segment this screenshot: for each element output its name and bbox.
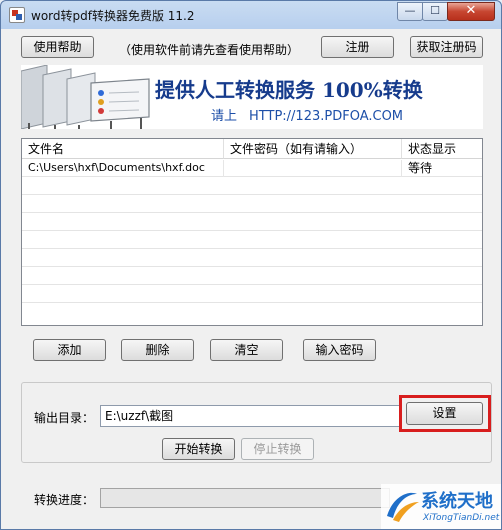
progress-label: 转换进度： bbox=[34, 493, 95, 507]
delete-file-button[interactable]: 删除 bbox=[121, 339, 194, 361]
maximize-button[interactable]: ☐ bbox=[422, 2, 448, 21]
banner-subline: 请上 HTTP://123.PDFOA.COM bbox=[211, 105, 403, 124]
empty-row bbox=[22, 250, 482, 267]
file-list-table[interactable]: 文件名 文件密码（如有请输入） 状态显示 C:\Users\hxf\Docume… bbox=[21, 138, 483, 326]
empty-row bbox=[22, 286, 482, 303]
banner-sub-prefix: 请上 bbox=[211, 109, 238, 124]
empty-row bbox=[22, 196, 482, 213]
register-button[interactable]: 注册 bbox=[321, 36, 394, 58]
app-window: word转pdf转换器免费版 11.2 — ☐ ✕ 使用帮助 （使用软件前请先查… bbox=[0, 0, 502, 530]
column-header-filename[interactable]: 文件名 bbox=[22, 139, 224, 159]
settings-button[interactable]: 设置 bbox=[406, 402, 483, 425]
help-note: （使用软件前请先查看使用帮助） bbox=[119, 43, 300, 57]
column-header-password[interactable]: 文件密码（如有请输入） bbox=[224, 139, 402, 159]
file-name-cell: C:\Users\hxf\Documents\hxf.doc bbox=[22, 160, 224, 177]
close-button[interactable]: ✕ bbox=[447, 2, 495, 21]
minimize-button[interactable]: — bbox=[397, 2, 423, 21]
empty-row bbox=[22, 304, 482, 321]
start-conversion-button[interactable]: 开始转换 bbox=[162, 438, 235, 460]
empty-row bbox=[22, 178, 482, 195]
table-row[interactable]: C:\Users\hxf\Documents\hxf.doc 等待 bbox=[22, 160, 482, 177]
column-header-status[interactable]: 状态显示 bbox=[402, 139, 482, 159]
watermark-title: 系统天地 bbox=[421, 491, 493, 512]
banner-url-link[interactable]: HTTP://123.PDFOA.COM bbox=[249, 109, 403, 124]
office-panels-illustration bbox=[21, 65, 161, 129]
empty-row bbox=[22, 232, 482, 249]
get-registration-code-button[interactable]: 获取注册码 bbox=[410, 36, 483, 58]
site-watermark: 系统天地 XiTongTianDi.net bbox=[381, 484, 501, 529]
output-directory-field[interactable]: E:\uzzf\截图 bbox=[100, 405, 400, 427]
watermark-url: XiTongTianDi.net bbox=[423, 513, 500, 523]
clear-list-button[interactable]: 清空 bbox=[210, 339, 283, 361]
conversion-progress-bar bbox=[100, 488, 390, 508]
app-pdf-icon bbox=[9, 7, 25, 23]
window-title: word转pdf转换器免费版 11.2 bbox=[31, 9, 195, 23]
file-status-cell: 等待 bbox=[408, 161, 433, 175]
add-file-button[interactable]: 添加 bbox=[33, 339, 106, 361]
help-button[interactable]: 使用帮助 bbox=[21, 36, 94, 58]
empty-row bbox=[22, 268, 482, 285]
banner-headline: 提供人工转换服务 100%转换 bbox=[155, 78, 423, 102]
file-password-cell[interactable] bbox=[224, 160, 402, 177]
output-directory-label: 输出目录： bbox=[34, 411, 95, 425]
empty-row bbox=[22, 214, 482, 231]
title-bar[interactable]: word转pdf转换器免费版 11.2 — ☐ ✕ bbox=[1, 1, 501, 29]
ad-banner[interactable]: 提供人工转换服务 100%转换 请上 HTTP://123.PDFOA.COM bbox=[21, 65, 483, 129]
stop-conversion-button[interactable]: 停止转换 bbox=[241, 438, 314, 460]
swoosh-logo-icon bbox=[387, 492, 419, 522]
enter-password-button[interactable]: 输入密码 bbox=[303, 339, 376, 361]
